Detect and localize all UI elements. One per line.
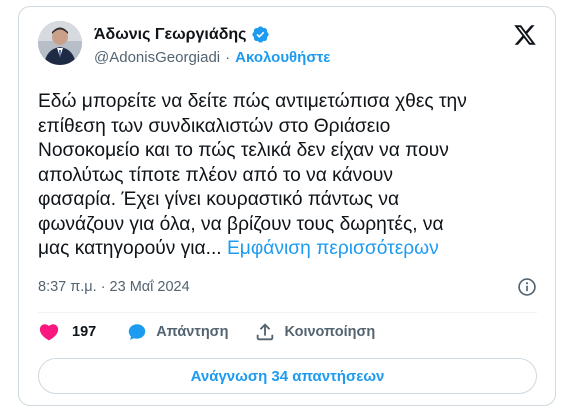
show-more-link[interactable]: Εμφάνιση περισσότερων <box>227 238 439 259</box>
author-handle[interactable]: @AdonisGeorgiadi <box>94 49 220 66</box>
tweet-timestamp[interactable]: 8:37 π.μ. · 23 Μαΐ 2024 <box>38 279 190 295</box>
divider <box>38 312 537 313</box>
reply-button[interactable]: Απάντηση <box>126 321 228 343</box>
info-icon[interactable] <box>517 277 537 297</box>
reply-bubble-icon <box>128 324 146 340</box>
like-button[interactable]: 197 <box>38 321 96 343</box>
avatar-photo <box>38 21 82 65</box>
tweet-text-line: φασαρία. Έχει γίνει κουραστικό πάντως να <box>38 189 400 210</box>
share-upload-icon <box>257 323 274 341</box>
action-bar: 197 Απάντηση Κοινοποίηση <box>38 321 375 343</box>
share-button[interactable]: Κοινοποίηση <box>254 321 375 343</box>
tweet-text-line: Εδώ μπορείτε να δείτε πώς αντιμετώπισα χ… <box>38 91 467 112</box>
author-name[interactable]: Άδωνις Γεωργιάδης <box>94 26 246 44</box>
tweet-text-line: επίθεση των συνδικαλιστών στο Θριάσειο <box>38 115 391 137</box>
tweet-text-line: απολύτως τίποτε πλέον από το να κάνουν <box>38 164 393 186</box>
like-count: 197 <box>72 324 97 340</box>
read-replies-button[interactable]: Ανάγνωση 34 απαντήσεων <box>38 358 537 394</box>
tweet-text: Εδώ μπορείτε να δείτε πώς αντιμετώπισα χ… <box>38 90 528 262</box>
author-name-row: Άδωνις Γεωργιάδης <box>94 25 270 44</box>
x-logo-icon[interactable] <box>513 23 537 47</box>
tweet-card: Άδωνις Γεωργιάδης @AdonisGeorgiadi · Ακο… <box>18 6 556 406</box>
avatar[interactable] <box>38 21 82 65</box>
tweet-text-line: Νοσοκομείο και το πώς τελικά δεν είχαν ν… <box>38 140 449 161</box>
heart-icon <box>39 324 59 341</box>
tweet-text-line: μας κατηγορούν για... <box>38 238 222 259</box>
author-handle-row: @AdonisGeorgiadi · Ακολουθήστε <box>94 49 330 66</box>
tweet-text-line: φωνάζουν για όλα, να βρίζουν τους δωρητέ… <box>38 213 444 235</box>
share-label: Κοινοποίηση <box>284 324 376 340</box>
tweet-text-line-last: μας κατηγορούν για... Εμφάνιση περισσότε… <box>38 237 528 262</box>
reply-label: Απάντηση <box>156 324 229 340</box>
follow-button[interactable]: Ακολουθήστε <box>235 49 330 66</box>
verified-badge-icon <box>251 25 270 44</box>
separator-dot: · <box>225 49 231 66</box>
